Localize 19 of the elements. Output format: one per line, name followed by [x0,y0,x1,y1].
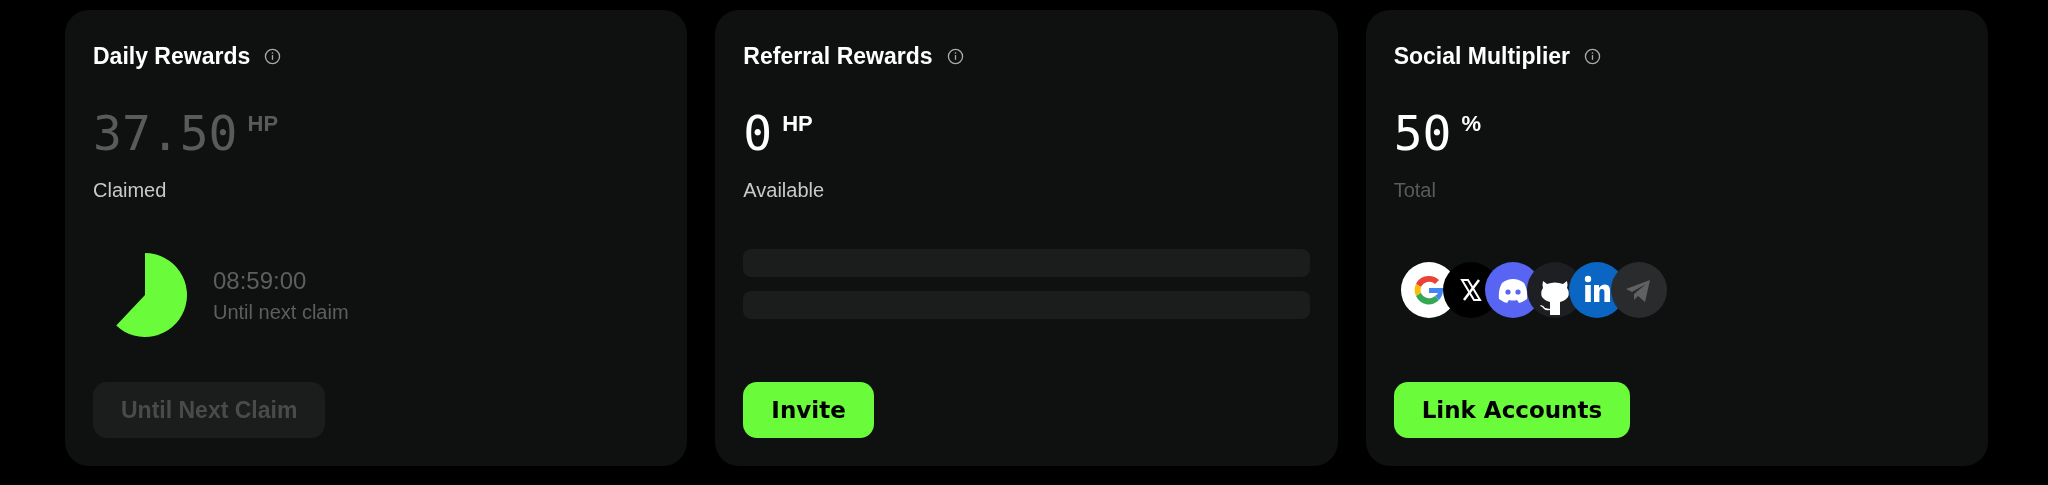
reward-value: 0 [743,105,773,161]
value-unit: HP [247,111,279,137]
value-caption: Available [743,179,826,202]
reward-value: 50 [1393,105,1452,161]
card-title: Daily Rewards [93,42,251,70]
value-unit: % [1461,111,1481,137]
card-title: Referral Rewards [743,42,933,70]
info-icon[interactable] [946,47,964,65]
countdown-time: 08:59:00 [213,266,308,295]
value-caption: Claimed [93,179,168,202]
action-button[interactable]: Invite [743,382,874,438]
reward-value: 37.50 [93,105,238,161]
info-icon[interactable] [264,47,282,65]
card-title: Social Multiplier [1393,42,1571,70]
countdown-label: Until next claim [213,300,349,324]
value-unit: HP [782,111,813,137]
info-icon[interactable] [1584,47,1602,65]
value-caption: Total [1393,179,1437,202]
action-button[interactable]: Link Accounts [1393,382,1631,438]
